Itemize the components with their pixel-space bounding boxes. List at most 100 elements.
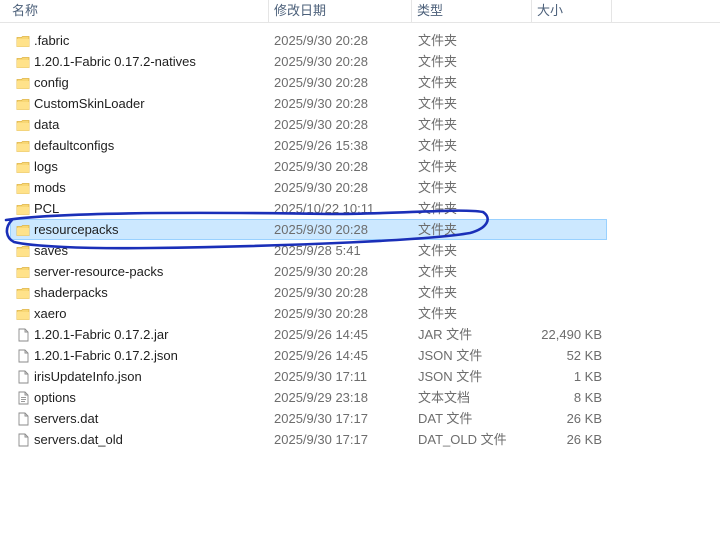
file-name: CustomSkinLoader [34, 96, 145, 111]
column-header: 名称 修改日期 类型 大小 [0, 0, 720, 23]
file-date-modified: 2025/9/30 20:28 [274, 54, 368, 69]
file-row[interactable]: mods 2025/9/30 20:28 文件夹 [10, 177, 607, 198]
file-row[interactable]: saves 2025/9/28 5:41 文件夹 [10, 240, 607, 261]
file-type: JSON 文件 [418, 369, 483, 384]
file-type: 文件夹 [418, 285, 458, 300]
file-name: .fabric [34, 33, 70, 48]
folder-icon [16, 223, 30, 237]
file-row[interactable]: config 2025/9/30 20:28 文件夹 [10, 72, 607, 93]
folder-icon [16, 76, 30, 90]
file-type: 文件夹 [418, 33, 458, 48]
file-type: 文件夹 [418, 159, 458, 174]
file-type: 文件夹 [418, 222, 458, 237]
file-date-modified: 2025/9/30 20:28 [274, 306, 368, 321]
size-column-header[interactable]: 大小 [531, 0, 611, 22]
file-size: 26 KB [566, 411, 602, 426]
file-date-modified: 2025/9/29 23:18 [274, 390, 368, 405]
file-name: defaultconfigs [34, 138, 115, 153]
name-column-header[interactable]: 名称 [6, 0, 261, 22]
file-date-modified: 2025/9/30 20:28 [274, 180, 368, 195]
file-date-modified: 2025/10/22 10:11 [274, 201, 375, 216]
file-name: data [34, 117, 60, 132]
file-row[interactable]: shaderpacks 2025/9/30 20:28 文件夹 [10, 282, 607, 303]
file-size: 52 KB [566, 348, 602, 363]
file-type: 文件夹 [418, 75, 458, 90]
file-row[interactable]: CustomSkinLoader 2025/9/30 20:28 文件夹 [10, 93, 607, 114]
file-name: server-resource-packs [34, 264, 164, 279]
folder-icon [16, 265, 30, 279]
file-date-modified: 2025/9/30 17:11 [274, 369, 368, 384]
file-row[interactable]: options 2025/9/29 23:18 文本文档 8 KB [10, 387, 607, 408]
file-date-modified: 2025/9/30 20:28 [274, 222, 368, 237]
file-date-modified: 2025/9/30 20:28 [274, 159, 368, 174]
file-size: 22,490 KB [541, 327, 602, 342]
folder-icon [16, 286, 30, 300]
file-name: servers.dat [34, 411, 99, 426]
file-date-modified: 2025/9/26 15:38 [274, 138, 368, 153]
file-row[interactable]: 1.20.1-Fabric 0.17.2.json 2025/9/26 14:45… [10, 345, 607, 366]
file-name: 1.20.1-Fabric 0.17.2.json [34, 348, 178, 363]
file-type: 文件夹 [418, 54, 458, 69]
file-name: PCL [34, 201, 60, 216]
column-divider[interactable] [611, 0, 612, 22]
file-date-modified: 2025/9/26 14:45 [274, 348, 368, 363]
folder-icon [16, 202, 30, 216]
date-column-header[interactable]: 修改日期 [268, 0, 411, 22]
file-type: 文件夹 [418, 243, 458, 258]
file-type: 文件夹 [418, 201, 458, 216]
file-row[interactable]: xaero 2025/9/30 20:28 文件夹 [10, 303, 607, 324]
file-size: 26 KB [566, 432, 602, 447]
file-size: 1 KB [573, 369, 602, 384]
file-type: 文件夹 [418, 264, 458, 279]
file-row[interactable]: servers.dat_old 2025/9/30 17:17 DAT_OLD 文件… [10, 429, 607, 450]
folder-icon [16, 244, 30, 258]
file-date-modified: 2025/9/30 20:28 [274, 75, 368, 90]
file-row[interactable]: 1.20.1-Fabric 0.17.2.jar 2025/9/26 14:45 J… [10, 324, 607, 345]
file-type: DAT_OLD 文件 [418, 432, 507, 447]
file-date-modified: 2025/9/30 20:28 [274, 96, 368, 111]
file-row[interactable]: PCL 2025/10/22 10:11 文件夹 [10, 198, 607, 219]
file-size: 8 KB [573, 390, 602, 405]
file-type: DAT 文件 [418, 411, 473, 426]
file-name: options [34, 390, 76, 405]
file-type: 文件夹 [418, 96, 458, 111]
file-name: mods [34, 180, 66, 195]
type-column-header[interactable]: 类型 [411, 0, 531, 22]
file-type: JAR 文件 [418, 327, 473, 342]
file-row[interactable]: 1.20.1-Fabric 0.17.2-natives 2025/9/30 20… [10, 51, 607, 72]
folder-icon [16, 118, 30, 132]
file-date-modified: 2025/9/30 20:28 [274, 264, 368, 279]
file-row[interactable]: servers.dat 2025/9/30 17:17 DAT 文件 26 KB [10, 408, 607, 429]
file-name: 1.20.1-Fabric 0.17.2-natives [34, 54, 196, 69]
folder-icon [16, 55, 30, 69]
file-type: 文本文档 [418, 390, 471, 405]
file-name: xaero [34, 306, 67, 321]
file-name: config [34, 75, 69, 90]
file-row[interactable]: server-resource-packs 2025/9/30 20:28 文件夹 [10, 261, 607, 282]
file-type: 文件夹 [418, 117, 458, 132]
folder-icon [16, 139, 30, 153]
file-date-modified: 2025/9/28 5:41 [274, 243, 361, 258]
file-row[interactable]: defaultconfigs 2025/9/26 15:38 文件夹 [10, 135, 607, 156]
folder-icon [16, 160, 30, 174]
file-icon [16, 328, 30, 342]
file-type: 文件夹 [418, 138, 458, 153]
folder-icon [16, 307, 30, 321]
folder-icon [16, 97, 30, 111]
folder-icon [16, 181, 30, 195]
file-row[interactable]: data 2025/9/30 20:28 文件夹 [10, 114, 607, 135]
file-date-modified: 2025/9/30 20:28 [274, 285, 368, 300]
file-icon [16, 349, 30, 363]
file-name: servers.dat_old [34, 432, 123, 447]
file-row[interactable]: .fabric 2025/9/30 20:28 文件夹 [10, 30, 607, 51]
file-row[interactable]: logs 2025/9/30 20:28 文件夹 [10, 156, 607, 177]
folder-icon [16, 34, 30, 48]
file-row[interactable]: resourcepacks 2025/9/30 20:28 文件夹 [10, 219, 607, 240]
file-date-modified: 2025/9/30 17:17 [274, 432, 368, 447]
file-icon [16, 433, 30, 447]
file-row[interactable]: irisUpdateInfo.json 2025/9/30 17:11 JSON 文… [10, 366, 607, 387]
text-document-icon [16, 391, 30, 405]
file-type: 文件夹 [418, 306, 458, 321]
file-type: JSON 文件 [418, 348, 483, 363]
file-name: logs [34, 159, 58, 174]
